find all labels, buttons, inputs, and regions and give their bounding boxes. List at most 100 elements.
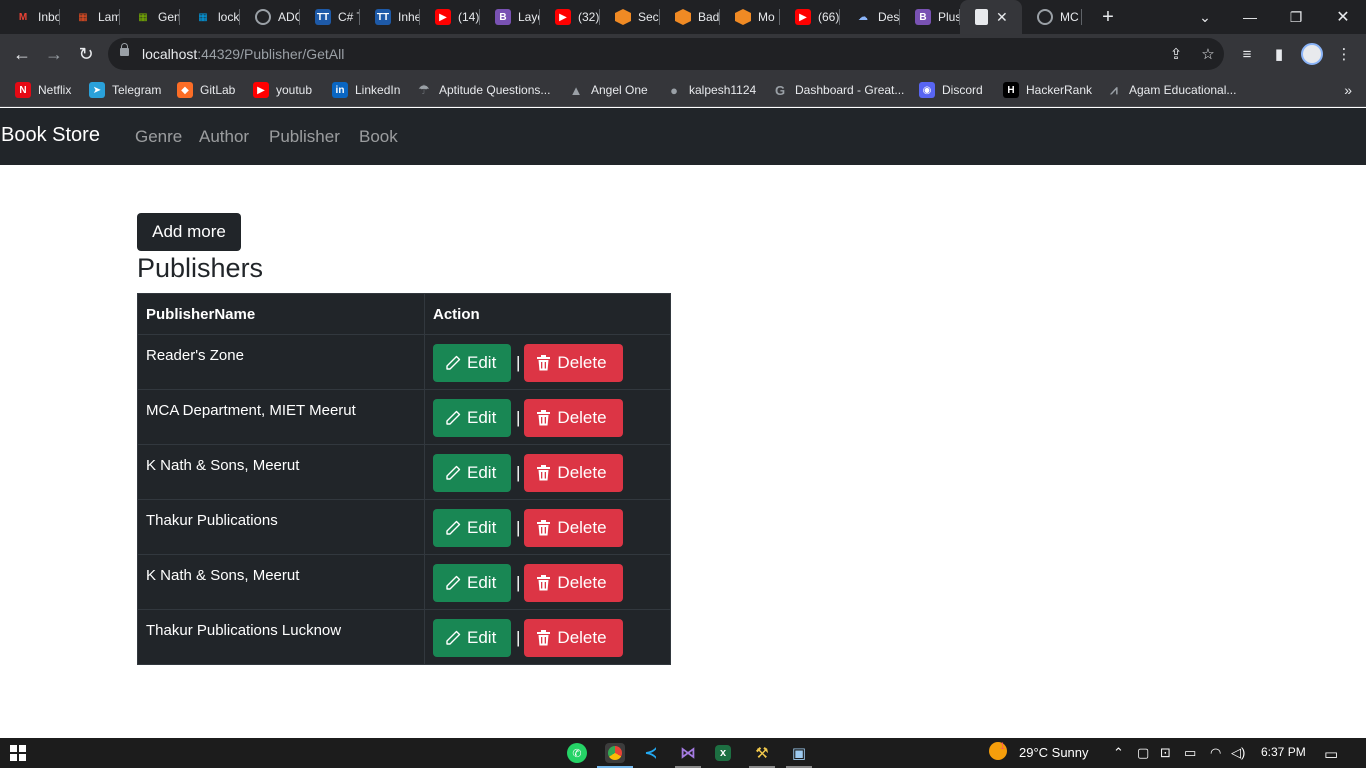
browser-tab[interactable]: M Inbox [0, 0, 60, 34]
share-icon[interactable]: ⇪ [1166, 44, 1186, 64]
browser-tab[interactable]: ADO [240, 0, 300, 34]
browser-tab[interactable]: TT Inhe [360, 0, 420, 34]
lock-icon[interactable] [120, 43, 129, 56]
remote-desktop-icon[interactable]: ▣ [789, 743, 809, 763]
edit-button[interactable]: Edit [433, 344, 511, 382]
windows-start-icon[interactable] [10, 745, 26, 761]
bookmarks-more-icon[interactable]: » [1344, 82, 1352, 98]
side-panel-icon[interactable]: ▮ [1269, 44, 1289, 64]
bookmark-netflix[interactable]: N Netflix [15, 82, 71, 98]
browser-tab[interactable]: MC [1022, 0, 1082, 34]
page-title: Publishers [137, 253, 264, 283]
publisher-name-cell: Thakur Publications [137, 499, 425, 555]
browser-tab[interactable]: ▦ lock [180, 0, 240, 34]
bookmark-angel-one[interactable]: ▲ Angel One [568, 82, 648, 98]
media-control-icon[interactable]: ≡ [1237, 44, 1257, 64]
weather-text[interactable]: 29°C Sunny [1019, 745, 1089, 760]
edit-button[interactable]: Edit [433, 564, 511, 602]
bookmark-youtub[interactable]: ▶ youtub [253, 82, 312, 98]
tray-chevron-icon[interactable]: ⌃ [1113, 745, 1124, 761]
tray-meet-icon[interactable]: ▢ [1137, 745, 1149, 761]
bookmark-aptitude-questions[interactable]: ☂ Aptitude Questions... [416, 82, 550, 98]
edit-label: Edit [467, 353, 497, 372]
restore-icon[interactable]: ❐ [1273, 0, 1319, 34]
tutorialsteacher-icon: TT [375, 9, 391, 25]
bookmark-label: Agam Educational... [1129, 83, 1237, 97]
browser-tab[interactable]: B Plus [900, 0, 960, 34]
browser-tab[interactable]: ▶ (66) [780, 0, 840, 34]
browser-tab[interactable]: ▶ (14) [420, 0, 480, 34]
wifi-icon[interactable]: ◠ [1210, 745, 1221, 761]
bookmark-label: Dashboard - Great... [795, 83, 905, 97]
whatsapp-icon[interactable]: ✆ [567, 743, 587, 763]
bookmark-telegram[interactable]: ➤ Telegram [89, 82, 161, 98]
nav-link-publisher[interactable]: Publisher [269, 127, 340, 147]
url-text[interactable]: localhost:44329/Publisher/GetAll [142, 46, 344, 62]
browser-tab[interactable]: B Layo [480, 0, 540, 34]
browser-tab[interactable]: ▦ Lam [60, 0, 120, 34]
reload-icon[interactable]: ↻ [74, 42, 98, 66]
bookmark-agam-educational[interactable]: ⩘ Agam Educational... [1106, 82, 1236, 98]
tab-label: lock [218, 10, 240, 24]
browser-tab[interactable]: ☁ Des [840, 0, 900, 34]
filezilla-icon[interactable]: ⚒ [752, 743, 772, 763]
bookmark-gitlab[interactable]: ◆ GitLab [177, 82, 235, 98]
edit-label: Edit [467, 628, 497, 647]
publisher-name-cell: MCA Department, MIET Meerut [137, 389, 425, 445]
forward-icon[interactable]: → [42, 42, 66, 66]
browser-tab[interactable]: ▶ (32) [540, 0, 600, 34]
delete-button[interactable]: Delete [524, 399, 624, 437]
browser-tab[interactable]: Bad [660, 0, 720, 34]
close-tab-icon[interactable]: ✕ [996, 9, 1008, 26]
table-header-row: PublisherName Action [137, 293, 671, 335]
new-tab-icon[interactable]: + [1096, 6, 1120, 29]
netflix-icon: N [15, 82, 31, 98]
bookmark-discord[interactable]: ◉ Discord [919, 82, 983, 98]
bookmark-star-icon[interactable]: ☆ [1198, 44, 1218, 64]
browser-tab-active[interactable]: ✕ [960, 0, 1022, 34]
excel-icon[interactable]: x [715, 745, 731, 761]
browser-tab[interactable]: Sec [600, 0, 660, 34]
notification-center-icon[interactable]: ▭ [1324, 745, 1338, 763]
delete-button[interactable]: Delete [524, 619, 624, 657]
bookmark-linkedin[interactable]: in LinkedIn [332, 82, 400, 98]
tray-app-icon[interactable]: ⊡ [1160, 745, 1171, 761]
browser-tab[interactable]: Mo [720, 0, 780, 34]
vscode-icon[interactable]: ≺ [641, 743, 661, 763]
minimize-icon[interactable]: — [1227, 0, 1273, 34]
nav-link-genre[interactable]: Genre [135, 127, 182, 147]
browser-tab[interactable]: ▦ Gen [120, 0, 180, 34]
edit-button[interactable]: Edit [433, 619, 511, 657]
close-window-icon[interactable]: ✕ [1320, 0, 1366, 34]
clock-time[interactable]: 6:37 PM [1261, 745, 1306, 759]
profile-avatar[interactable] [1301, 43, 1323, 65]
nav-link-book[interactable]: Book [359, 127, 398, 147]
edit-button[interactable]: Edit [433, 454, 511, 492]
bookmark-dashboard-great[interactable]: G Dashboard - Great... [772, 82, 904, 98]
brand-link[interactable]: Book Store [1, 124, 100, 147]
browser-tab[interactable]: TT C# T [300, 0, 360, 34]
publisher-name-cell: Reader's Zone [137, 334, 425, 390]
chrome-icon[interactable] [605, 743, 625, 763]
edit-button[interactable]: Edit [433, 509, 511, 547]
youtube-icon: ▶ [555, 9, 571, 25]
menu-kebab-icon[interactable]: ⋮ [1334, 44, 1354, 64]
volume-icon[interactable]: ◁) [1231, 745, 1245, 761]
edit-label: Edit [467, 518, 497, 537]
bookmark-hackerrank[interactable]: H HackerRank [1003, 82, 1092, 98]
edit-button[interactable]: Edit [433, 399, 511, 437]
delete-button[interactable]: Delete [524, 454, 624, 492]
nav-link-author[interactable]: Author [199, 127, 249, 147]
add-more-button[interactable]: Add more [137, 213, 241, 251]
battery-icon[interactable]: ▭ [1184, 745, 1196, 761]
delete-button[interactable]: Delete [524, 344, 624, 382]
pencil-icon [445, 575, 467, 591]
tab-search-icon[interactable]: ⌄ [1182, 0, 1228, 34]
delete-button[interactable]: Delete [524, 509, 624, 547]
back-icon[interactable]: ← [10, 42, 34, 66]
url-host: localhost [142, 46, 198, 62]
visualstudio-icon[interactable]: ⋈ [678, 743, 698, 763]
action-separator: | [516, 628, 521, 647]
delete-button[interactable]: Delete [524, 564, 624, 602]
bookmark-kalpesh1124[interactable]: ● kalpesh1124 [666, 82, 756, 98]
